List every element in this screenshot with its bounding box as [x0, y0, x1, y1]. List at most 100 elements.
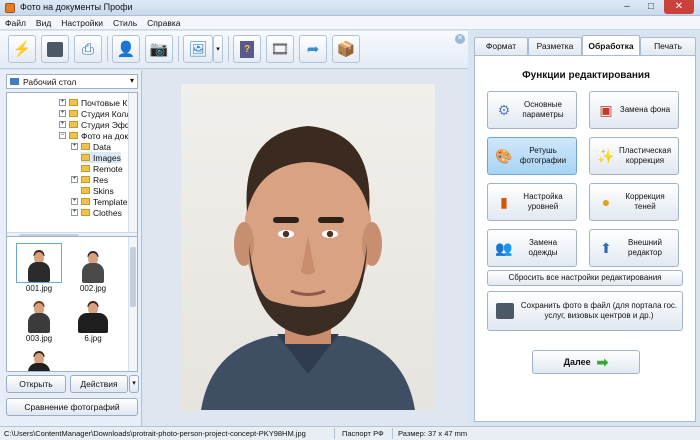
tree-item[interactable]: + Data: [71, 141, 111, 152]
close-window-button[interactable]: ✕: [664, 0, 694, 14]
folder-icon: [81, 176, 90, 183]
floppy-disk-icon: [496, 303, 514, 319]
folder-icon: [81, 187, 90, 194]
title-bar: Фото на документы Профи – □ ✕: [0, 0, 700, 16]
plastic-correction-button[interactable]: ✨ Пластическая коррекция: [589, 137, 679, 175]
thumbnail-caption: 6.jpg: [84, 334, 102, 343]
thumbnail-item[interactable]: [15, 343, 63, 371]
arrow-right-icon: ➡: [596, 354, 609, 370]
menu-view[interactable]: Вид: [31, 16, 56, 30]
tab-processing[interactable]: Обработка: [582, 35, 640, 56]
close-panel-icon[interactable]: ✕: [455, 34, 465, 44]
folder-icon: [69, 110, 78, 117]
reset-settings-button[interactable]: Сбросить все настройки редактирования: [487, 270, 683, 286]
background-replace-button[interactable]: ▣ Замена фона: [589, 91, 679, 129]
menu-bar: Файл Вид Настройки Стиль Справка: [0, 16, 700, 30]
tree-vertical-scrollbar[interactable]: [128, 93, 137, 233]
next-button[interactable]: Далее ➡: [532, 350, 640, 374]
status-file-path: C:\Users\ContentManager\Downloads\protra…: [4, 429, 306, 438]
clothes-replace-button[interactable]: 👥 Замена одежды: [487, 229, 577, 267]
tree-item[interactable]: Remote: [81, 163, 123, 174]
portrait-photo[interactable]: [181, 84, 435, 410]
folder-select[interactable]: Рабочий стол ▾: [6, 74, 138, 89]
thumbnail-scrollbar[interactable]: [128, 237, 137, 371]
save-icon[interactable]: [41, 35, 69, 63]
thumbnail-item[interactable]: 002.jpg: [69, 243, 117, 293]
background-icon: ▣: [599, 101, 613, 118]
file-browser-panel: Рабочий стол ▾ + Почтовые К + Студия Колл …: [0, 70, 142, 426]
folder-icon: [81, 143, 90, 150]
thumbnail-item[interactable]: 6.jpg: [69, 293, 117, 343]
next-button-label: Далее: [563, 357, 591, 367]
clothes-icon: 👥: [495, 239, 513, 256]
folder-select-value: Рабочий стол: [23, 77, 77, 87]
menu-help[interactable]: Справка: [142, 16, 185, 30]
portrait-image: [201, 126, 415, 410]
tree-item[interactable]: Skins: [81, 185, 114, 196]
external-editor-button[interactable]: ⬆ Внешний редактор: [589, 229, 679, 267]
tree-item[interactable]: − Фото на док: [59, 130, 128, 141]
levels-icon: ▮: [500, 193, 508, 210]
camera-icon[interactable]: 📷: [145, 35, 173, 63]
chevron-down-icon[interactable]: ▾: [130, 76, 134, 85]
minimize-button[interactable]: –: [616, 0, 638, 14]
tab-markup[interactable]: Разметка: [528, 37, 582, 55]
thumbnail-item-selected[interactable]: 001.jpg: [15, 243, 63, 293]
dropdown-icon[interactable]: ▾: [213, 35, 223, 63]
menu-settings[interactable]: Настройки: [56, 16, 108, 30]
delivery-icon[interactable]: 📦: [332, 35, 360, 63]
video-icon[interactable]: 🎞: [266, 35, 294, 63]
wizard-icon[interactable]: ⚡: [8, 35, 36, 63]
actions-button[interactable]: Действия: [70, 375, 128, 393]
save-photo-button[interactable]: Сохранить фото в файл (для портала гос. …: [487, 291, 683, 331]
thumbnail-caption: 003.jpg: [25, 334, 53, 343]
thumbnail-item[interactable]: 003.jpg: [15, 293, 63, 343]
tab-bar: Формат Разметка Обработка Печать: [474, 35, 696, 56]
menu-style[interactable]: Стиль: [108, 16, 142, 30]
compare-photos-button[interactable]: Сравнение фотографий: [6, 398, 138, 416]
tree-item[interactable]: + Clothes: [71, 207, 122, 218]
user-icon[interactable]: 👤: [112, 35, 140, 63]
thumbnail-image: [16, 293, 62, 333]
print-icon[interactable]: ⎙: [74, 35, 102, 63]
menu-file[interactable]: Файл: [0, 16, 31, 30]
retouch-button[interactable]: 🎨 Ретушь фотографии: [487, 137, 577, 175]
open-button[interactable]: Открыть: [6, 375, 66, 393]
tree-item[interactable]: + Почтовые К: [59, 97, 127, 108]
folder-icon: [69, 99, 78, 106]
folder-tree[interactable]: + Почтовые К + Студия Колл + Студия Эфф − Фо…: [6, 92, 138, 242]
actions-dropdown-button[interactable]: ▾: [129, 375, 139, 393]
tree-item[interactable]: + Студия Колл: [59, 108, 131, 119]
thumbnail-caption: 001.jpg: [25, 284, 53, 293]
magic-wand-icon: ✨: [597, 147, 615, 164]
folder-icon: [81, 165, 90, 172]
levels-button[interactable]: ▮ Настройка уровней: [487, 183, 577, 221]
tree-item[interactable]: + Templates: [71, 196, 132, 207]
folder-icon: [81, 209, 90, 216]
photo-preview-area: [143, 70, 468, 426]
right-panel: Формат Разметка Обработка Печать Функции…: [470, 31, 700, 426]
help-book-icon[interactable]: ?: [233, 35, 261, 63]
share-icon[interactable]: ➦: [299, 35, 327, 63]
desktop-icon: [10, 78, 19, 85]
thumbnail-image: [16, 343, 62, 371]
save-photo-label: Сохранить фото в файл (для портала гос. …: [520, 301, 678, 320]
shadow-icon: ●: [601, 194, 611, 210]
tree-item[interactable]: + Студия Эфф: [59, 119, 132, 130]
tab-print[interactable]: Печать: [640, 37, 696, 55]
photo-icon[interactable]: 🖼: [183, 35, 213, 63]
shadow-correction-button[interactable]: ● Коррекция теней: [589, 183, 679, 221]
external-editor-icon: ⬆: [600, 239, 612, 256]
section-heading: Функции редактирования: [522, 70, 650, 81]
folder-icon: [69, 121, 78, 128]
app-icon: [5, 3, 15, 13]
tab-format[interactable]: Формат: [474, 37, 528, 55]
tree-item-selected[interactable]: Images: [81, 152, 121, 163]
tree-item[interactable]: + Res: [71, 174, 108, 185]
folder-icon: [69, 132, 78, 139]
maximize-button[interactable]: □: [640, 0, 662, 14]
status-bar: C:\Users\ContentManager\Downloads\protra…: [0, 426, 700, 440]
sliders-icon: ⚙: [497, 101, 511, 118]
basic-params-button[interactable]: ⚙ Основные параметры: [487, 91, 577, 129]
processing-tab-content: Функции редактирования ⚙ Основные парамет…: [474, 55, 696, 422]
